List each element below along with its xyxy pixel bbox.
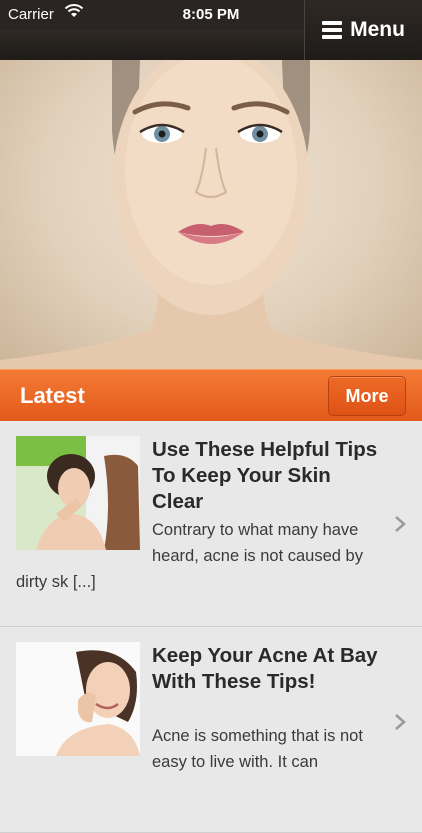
chevron-right-icon <box>395 516 406 532</box>
article-excerpt: Acne is something that is not easy to li… <box>152 727 363 771</box>
article-excerpt: Contrary to what many have heard, acne i… <box>16 521 363 591</box>
article-item[interactable]: Keep Your Acne At Bay With These Tips! A… <box>0 627 422 833</box>
menu-label: Menu <box>350 18 405 41</box>
article-title: Keep Your Acne At Bay With These Tips! <box>152 644 378 693</box>
latest-title: Latest <box>20 383 85 408</box>
menu-button[interactable]: Menu <box>304 0 422 60</box>
more-button[interactable]: More <box>328 376 406 416</box>
chevron-right-icon <box>395 714 406 730</box>
hamburger-icon <box>322 21 343 39</box>
article-title: Use These Helpful Tips To Keep Your Skin… <box>152 438 378 513</box>
article-list: Use These Helpful Tips To Keep Your Skin… <box>0 421 422 833</box>
hero-image <box>0 60 422 369</box>
article-item[interactable]: Use These Helpful Tips To Keep Your Skin… <box>0 421 422 627</box>
latest-section-header: Latest More <box>0 369 422 421</box>
hero-portrait <box>0 60 422 369</box>
